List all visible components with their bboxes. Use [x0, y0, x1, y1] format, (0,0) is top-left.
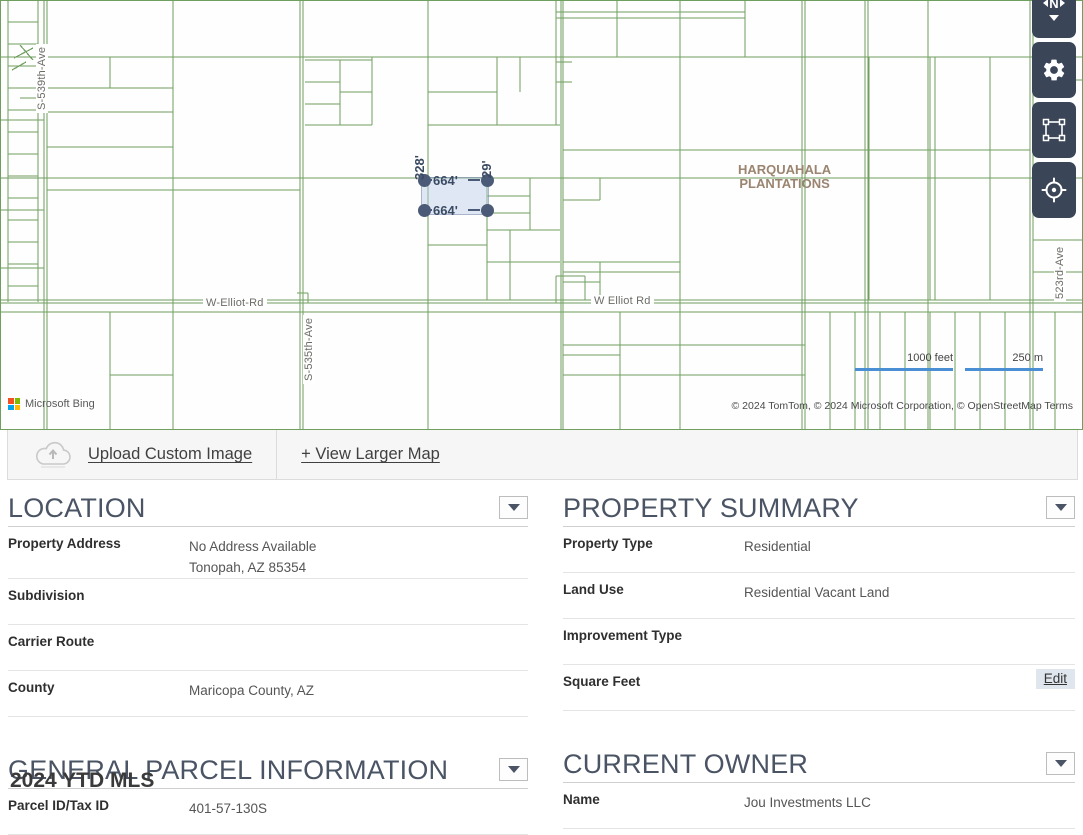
section-general-parcel-information-title: GENERAL PARCEL INFORMATION: [8, 755, 449, 785]
parcel-dimension-top: 664': [433, 173, 458, 188]
draw-selection-box-icon[interactable]: [1032, 102, 1076, 158]
parcel-vertex-se: [481, 204, 494, 217]
map-attribution[interactable]: © 2024 TomTom, © 2024 Microsoft Corporat…: [732, 400, 1073, 412]
field-value: 401-57-130S: [189, 801, 268, 816]
section-property-summary-header: PROPERTY SUMMARY: [563, 493, 1075, 527]
section-location-title: LOCATION: [8, 493, 146, 523]
bing-logo-label: Microsoft Bing: [25, 398, 95, 410]
chevron-down-icon: [507, 504, 520, 511]
section-general-parcel-information: GENERAL PARCEL INFORMATION 2024 YTD MLS …: [8, 755, 528, 835]
scale-meters: 250 m: [965, 352, 1043, 371]
upload-custom-image-label: Upload Custom Image: [88, 445, 253, 463]
view-larger-map-button[interactable]: + View Larger Map: [277, 430, 464, 479]
field-label: Subdivision: [8, 588, 85, 603]
field-label: Property Address: [8, 536, 121, 551]
field-label: Carrier Route: [8, 634, 95, 649]
section-property-summary-title: PROPERTY SUMMARY: [563, 493, 859, 523]
map-action-bar: Upload Custom Image + View Larger Map: [7, 430, 1078, 480]
section-general-parcel-information-collapse-button[interactable]: [499, 758, 528, 781]
field-label: Improvement Type: [563, 628, 683, 643]
compass-north-icon[interactable]: N: [1032, 0, 1076, 38]
microsoft-logo-icon: [8, 398, 20, 410]
parcel-dimension-left: 328': [412, 155, 427, 180]
parcel-dimension-bottom: 664': [433, 203, 458, 218]
section-location-collapse-button[interactable]: [499, 496, 528, 519]
road-label-w-elliot-rd-west: W-Elliot-Rd: [203, 297, 267, 309]
section-current-owner-header: CURRENT OWNER: [563, 749, 1075, 783]
edit-square-feet-link[interactable]: Edit: [1035, 669, 1075, 689]
field-value: Maricopa County, AZ: [189, 683, 315, 698]
locate-me-icon[interactable]: [1032, 162, 1076, 218]
field-label: Name: [563, 792, 600, 807]
section-property-summary-collapse-button[interactable]: [1046, 496, 1075, 519]
place-label-line1: HARQUAHALA: [738, 162, 832, 177]
details-left-column: LOCATION Property Address No Address Ava…: [8, 493, 528, 835]
property-details: LOCATION Property Address No Address Ava…: [0, 493, 1083, 835]
scale-feet: 1000 feet: [855, 352, 953, 371]
section-property-summary: PROPERTY SUMMARY Property Type Residenti…: [563, 493, 1075, 711]
road-label-s-535th-ave: S-535th-Ave: [303, 314, 315, 384]
field-value: Residential: [744, 539, 811, 554]
field-parcel-id-tax-id: Parcel ID/Tax ID 401-57-130S: [8, 789, 528, 835]
section-current-owner: CURRENT OWNER Name Jou Investments LLC: [563, 749, 1075, 829]
map-settings-gear-icon[interactable]: [1032, 42, 1076, 98]
chevron-down-icon: [1054, 504, 1067, 511]
field-value-line2: Tonopah, AZ 85354: [189, 560, 307, 575]
road-label-s-539th-ave: S-539th-Ave: [36, 43, 48, 113]
scale-meters-line: [965, 368, 1043, 371]
map-scale-bar: 1000 feet 250 m: [855, 352, 1043, 371]
parcel-map[interactable]: 664' 664' 328' 29' HARQUAHALA PLANTATION…: [0, 0, 1083, 430]
upload-custom-image-button[interactable]: Upload Custom Image: [8, 430, 278, 479]
field-improvement-type: Improvement Type: [563, 619, 1075, 665]
column-spacer: [528, 493, 563, 807]
upload-cloud-icon: [32, 440, 74, 470]
road-label-523rd-ave: 523rd-Ave: [1054, 243, 1066, 302]
chevron-down-icon: [507, 766, 520, 773]
map-place-label-harquahala-plantations: HARQUAHALA PLANTATIONS: [738, 163, 831, 191]
view-larger-map-label: + View Larger Map: [301, 445, 440, 463]
scale-feet-line: [855, 368, 953, 371]
field-label: County: [8, 680, 55, 695]
section-general-parcel-information-header: GENERAL PARCEL INFORMATION 2024 YTD MLS: [8, 755, 528, 792]
field-label: Square Feet: [563, 674, 641, 689]
field-square-feet: Square Feet Edit: [563, 665, 1075, 711]
scale-meters-label: 250 m: [1012, 352, 1043, 364]
place-label-line2: PLANTATIONS: [739, 176, 830, 191]
parcel-vertex-sw: [418, 204, 431, 217]
road-label-w-elliot-rd-east: W Elliot Rd: [591, 295, 654, 307]
section-current-owner-collapse-button[interactable]: [1046, 752, 1075, 775]
parcel-dimension-right: 29': [479, 160, 494, 178]
section-location: LOCATION Property Address No Address Ava…: [8, 493, 528, 717]
field-carrier-route: Carrier Route: [8, 625, 528, 671]
section-current-owner-title: CURRENT OWNER: [563, 749, 809, 779]
field-property-address: Property Address No Address Available To…: [8, 527, 528, 579]
field-value: Jou Investments LLC: [744, 795, 871, 810]
field-value: No Address Available Tonopah, AZ 85354: [189, 536, 316, 578]
map-controls[interactable]: N: [1032, 0, 1076, 218]
microsoft-bing-logo[interactable]: Microsoft Bing: [8, 398, 95, 410]
scale-feet-label: 1000 feet: [907, 352, 953, 364]
field-label: Parcel ID/Tax ID: [8, 798, 110, 813]
chevron-down-icon: [1054, 760, 1067, 767]
svg-text:N: N: [1049, 0, 1058, 11]
field-value-line1: No Address Available: [189, 539, 317, 554]
section-location-header: LOCATION: [8, 493, 528, 527]
field-county: County Maricopa County, AZ: [8, 671, 528, 717]
field-land-use: Land Use Residential Vacant Land: [563, 573, 1075, 619]
field-label: Land Use: [563, 582, 624, 597]
field-owner-name: Name Jou Investments LLC: [563, 783, 1075, 829]
field-subdivision: Subdivision: [8, 579, 528, 625]
field-value: Residential Vacant Land: [744, 585, 890, 600]
field-property-type: Property Type Residential: [563, 527, 1075, 573]
field-label: Property Type: [563, 536, 653, 551]
details-right-column: PROPERTY SUMMARY Property Type Residenti…: [563, 493, 1075, 829]
